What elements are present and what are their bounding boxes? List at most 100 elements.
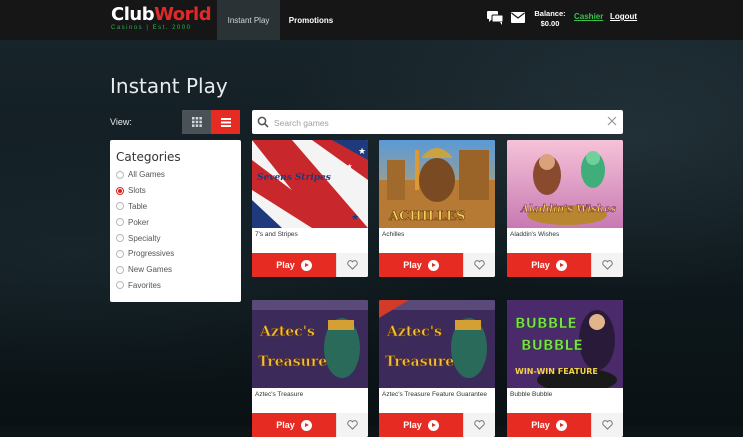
category-option[interactable]: Poker bbox=[116, 214, 235, 230]
nav-instant-play[interactable]: Instant Play bbox=[217, 0, 280, 40]
heart-icon bbox=[474, 420, 485, 430]
radio-button[interactable] bbox=[116, 170, 124, 179]
game-card: Aztec's Treasure Aztec's Treasure Play bbox=[252, 300, 368, 437]
game-name: Aladdin's Wishes bbox=[510, 231, 560, 238]
page-title: Instant Play bbox=[110, 74, 228, 98]
grid-view-button[interactable] bbox=[182, 110, 211, 134]
radio-button[interactable] bbox=[116, 234, 124, 243]
play-label: Play bbox=[531, 420, 550, 430]
category-label: Table bbox=[128, 201, 148, 211]
game-card: BUBBLE BUBBLE WIN-WIN FEATURE Bubble Bub… bbox=[507, 300, 623, 437]
svg-text:WIN-WIN FEATURE: WIN-WIN FEATURE bbox=[515, 367, 598, 376]
play-button[interactable]: Play bbox=[507, 253, 591, 277]
favorite-button[interactable] bbox=[463, 413, 495, 437]
radio-button[interactable] bbox=[116, 249, 124, 258]
list-view-button[interactable] bbox=[211, 110, 240, 134]
mail-icon[interactable] bbox=[511, 12, 525, 23]
play-icon bbox=[300, 259, 312, 271]
game-name: Bubble Bubble bbox=[510, 391, 553, 398]
category-option[interactable]: Slots bbox=[116, 183, 235, 199]
balance-display: Balance: $0.00 bbox=[533, 9, 567, 29]
category-option[interactable]: Progressives bbox=[116, 246, 235, 262]
game-card: Aztec's Treasure Aztec's Treasure Featur… bbox=[379, 300, 495, 437]
game-thumbnail[interactable]: Aztec's Treasure bbox=[252, 300, 368, 388]
play-icon bbox=[427, 419, 439, 431]
favorite-button[interactable] bbox=[336, 253, 368, 277]
category-option[interactable]: New Games bbox=[116, 262, 235, 278]
play-button[interactable]: Play bbox=[252, 413, 336, 437]
category-label: Favorites bbox=[128, 280, 161, 290]
chat-icon[interactable] bbox=[487, 11, 503, 25]
play-button[interactable]: Play bbox=[379, 253, 463, 277]
svg-text:ACHILLES: ACHILLES bbox=[388, 209, 465, 224]
svg-text:BUBBLE: BUBBLE bbox=[521, 338, 583, 354]
favorite-button[interactable] bbox=[463, 253, 495, 277]
view-label: View: bbox=[110, 117, 132, 127]
play-button[interactable]: Play bbox=[507, 413, 591, 437]
game-name: Achilles bbox=[382, 231, 405, 238]
svg-text:Sevens Stripes: Sevens Stripes bbox=[257, 173, 331, 183]
top-navigation-bar: ClubWorld Casinos | Est. 2000 Instant Pl… bbox=[0, 0, 743, 40]
favorite-button[interactable] bbox=[591, 413, 623, 437]
game-card: ★ ★ ★ Sevens Stripes 7's and Stripes Pla… bbox=[252, 140, 368, 277]
radio-button[interactable] bbox=[116, 202, 124, 211]
play-button[interactable]: Play bbox=[252, 253, 336, 277]
logout-link[interactable]: Logout bbox=[610, 12, 637, 21]
play-icon bbox=[555, 259, 567, 271]
favorite-button[interactable] bbox=[336, 413, 368, 437]
favorite-button[interactable] bbox=[591, 253, 623, 277]
svg-text:Treasure: Treasure bbox=[385, 354, 454, 370]
nav-promotions[interactable]: Promotions bbox=[284, 0, 338, 40]
heart-icon bbox=[347, 260, 358, 270]
radio-button[interactable] bbox=[116, 281, 124, 290]
radio-button[interactable] bbox=[116, 265, 124, 274]
game-card: Aladdin's Wishes Aladdin's Wishes Play bbox=[507, 140, 623, 277]
play-icon bbox=[555, 419, 567, 431]
categories-list: All Games Slots Table Poker Specialty Progres… bbox=[116, 167, 235, 293]
category-option[interactable]: Specialty bbox=[116, 230, 235, 246]
svg-text:BUBBLE: BUBBLE bbox=[515, 316, 577, 332]
search-icon bbox=[257, 116, 269, 128]
play-icon bbox=[427, 259, 439, 271]
list-icon bbox=[220, 117, 231, 127]
heart-icon bbox=[602, 260, 613, 270]
radio-button[interactable] bbox=[116, 218, 124, 227]
search-input[interactable] bbox=[272, 113, 606, 133]
category-label: Poker bbox=[128, 217, 149, 227]
game-name: 7's and Stripes bbox=[255, 231, 298, 238]
categories-panel: Categories All Games Slots Table Poker Speci… bbox=[110, 140, 241, 302]
search-bar bbox=[252, 110, 623, 134]
svg-text:★: ★ bbox=[351, 213, 359, 223]
logo-tagline: Casinos | Est. 2000 bbox=[111, 25, 192, 31]
play-label: Play bbox=[276, 420, 295, 430]
game-name: Aztec's Treasure bbox=[255, 391, 304, 398]
svg-text:★: ★ bbox=[358, 147, 366, 157]
heart-icon bbox=[347, 420, 358, 430]
categories-title: Categories bbox=[116, 150, 181, 164]
game-thumbnail[interactable]: ACHILLES bbox=[379, 140, 495, 228]
game-thumbnail[interactable]: ★ ★ ★ Sevens Stripes bbox=[252, 140, 368, 228]
radio-button[interactable] bbox=[116, 186, 124, 195]
game-thumbnail[interactable]: Aladdin's Wishes bbox=[507, 140, 623, 228]
play-label: Play bbox=[276, 260, 295, 270]
game-thumbnail[interactable]: BUBBLE BUBBLE WIN-WIN FEATURE bbox=[507, 300, 623, 388]
game-name: Aztec's Treasure Feature Guarantee bbox=[382, 391, 487, 398]
category-option[interactable]: Favorites bbox=[116, 278, 235, 294]
play-label: Play bbox=[403, 420, 422, 430]
play-button[interactable]: Play bbox=[379, 413, 463, 437]
grid-icon bbox=[191, 117, 202, 127]
category-option[interactable]: All Games bbox=[116, 167, 235, 183]
svg-text:★: ★ bbox=[347, 163, 352, 170]
svg-text:Treasure: Treasure bbox=[258, 354, 327, 370]
cashier-link[interactable]: Cashier bbox=[574, 12, 603, 21]
logo-text: ClubWorld bbox=[111, 4, 212, 25]
heart-icon bbox=[474, 260, 485, 270]
clubworld-logo[interactable]: ClubWorld Casinos | Est. 2000 bbox=[111, 4, 212, 34]
balance-value: $0.00 bbox=[540, 19, 560, 28]
game-thumbnail[interactable]: Aztec's Treasure bbox=[379, 300, 495, 388]
close-icon[interactable] bbox=[607, 116, 617, 126]
svg-text:Aztec's: Aztec's bbox=[259, 324, 315, 340]
balance-label: Balance: bbox=[534, 9, 566, 18]
category-option[interactable]: Table bbox=[116, 199, 235, 215]
svg-text:Aladdin's Wishes: Aladdin's Wishes bbox=[520, 204, 616, 215]
